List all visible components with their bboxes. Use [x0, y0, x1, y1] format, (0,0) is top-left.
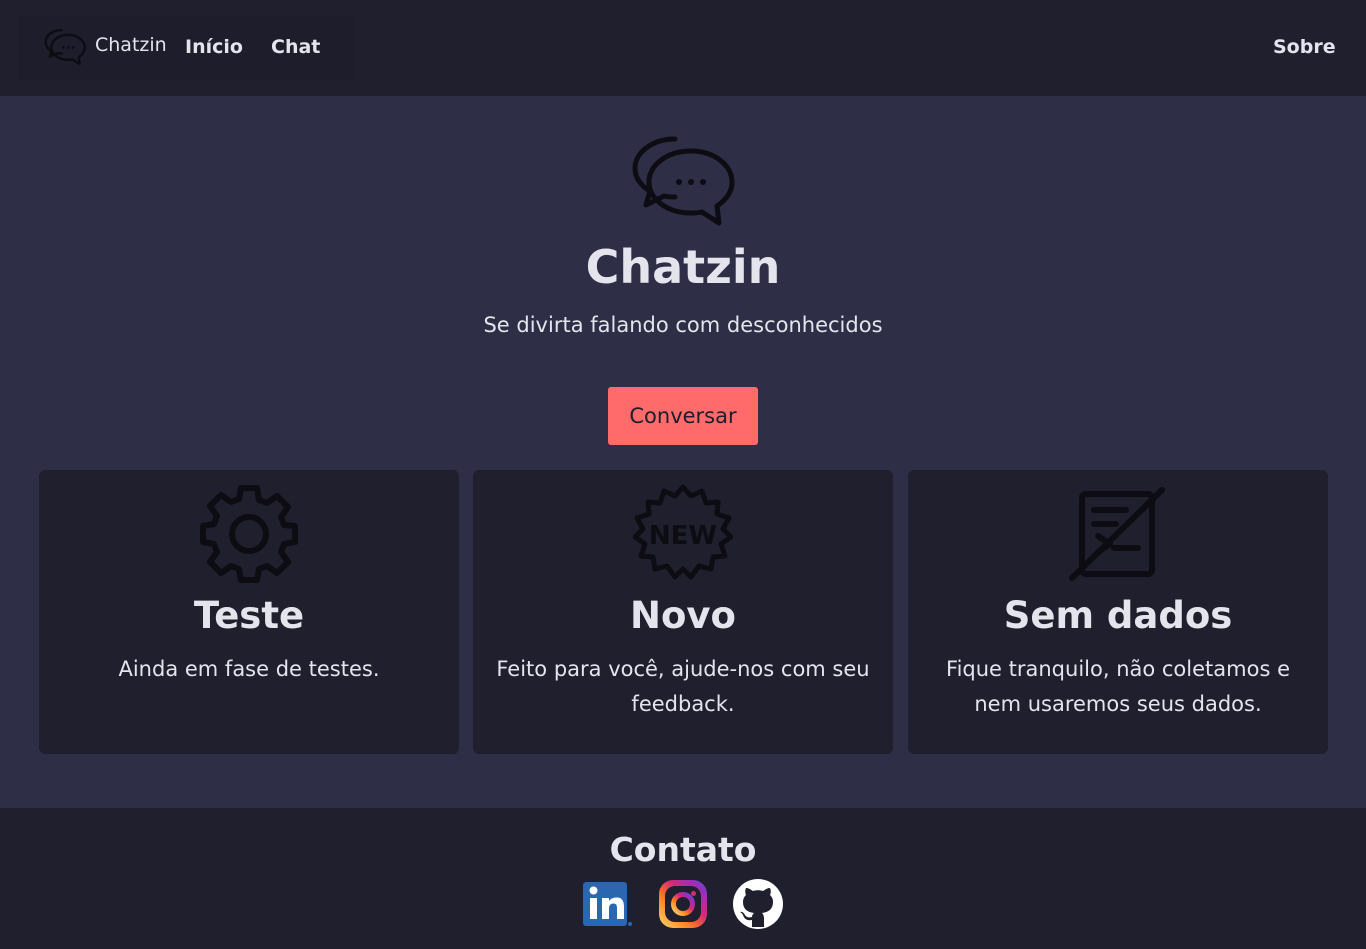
hero-title: Chatzin: [585, 240, 781, 294]
feature-title: Novo: [630, 594, 736, 637]
nav-link-chat[interactable]: Chat: [271, 36, 320, 58]
feature-text: Fique tranquilo, não coletamos e nem usa…: [946, 657, 1290, 716]
feature-card-sem-dados: Sem dados Fique tranquilo, não coletamos…: [908, 470, 1328, 754]
chat-bubbles-icon: [44, 28, 86, 66]
feature-text: Ainda em fase de testes.: [118, 657, 380, 681]
feature-title: Teste: [193, 594, 305, 637]
footer-title: Contato: [609, 830, 757, 869]
feature-title: Sem dados: [1003, 594, 1233, 637]
brand-link[interactable]: Chatzin: [44, 28, 167, 68]
conversar-button[interactable]: Conversar: [608, 387, 758, 445]
gear-icon: [200, 485, 298, 583]
navbar: Chatzin Início Chat Sobre: [0, 0, 1366, 96]
chat-bubbles-icon: [632, 136, 735, 226]
instagram-link[interactable]: [657, 878, 709, 930]
nav-link-inicio[interactable]: Início: [185, 36, 243, 58]
new-badge-icon: NEW: [633, 484, 733, 580]
feature-card-novo: NEW Novo Feito para você, ajude-nos com …: [473, 470, 893, 754]
linkedin-icon: [583, 882, 632, 926]
feature-text: Feito para você, ajude-nos com seu feedb…: [496, 657, 870, 716]
linkedin-link[interactable]: [581, 878, 633, 930]
instagram-icon: [659, 880, 707, 928]
feature-card-teste: Teste Ainda em fase de testes.: [39, 470, 459, 754]
footer: Contato: [0, 808, 1366, 949]
github-link[interactable]: [732, 878, 784, 930]
no-data-icon: [1069, 487, 1165, 581]
hero-subtitle: Se divirta falando com desconhecidos: [483, 313, 883, 337]
github-icon: [733, 879, 783, 929]
svg-text:NEW: NEW: [649, 521, 717, 551]
brand-name: Chatzin: [95, 34, 167, 56]
nav-link-sobre[interactable]: Sobre: [1273, 36, 1336, 58]
